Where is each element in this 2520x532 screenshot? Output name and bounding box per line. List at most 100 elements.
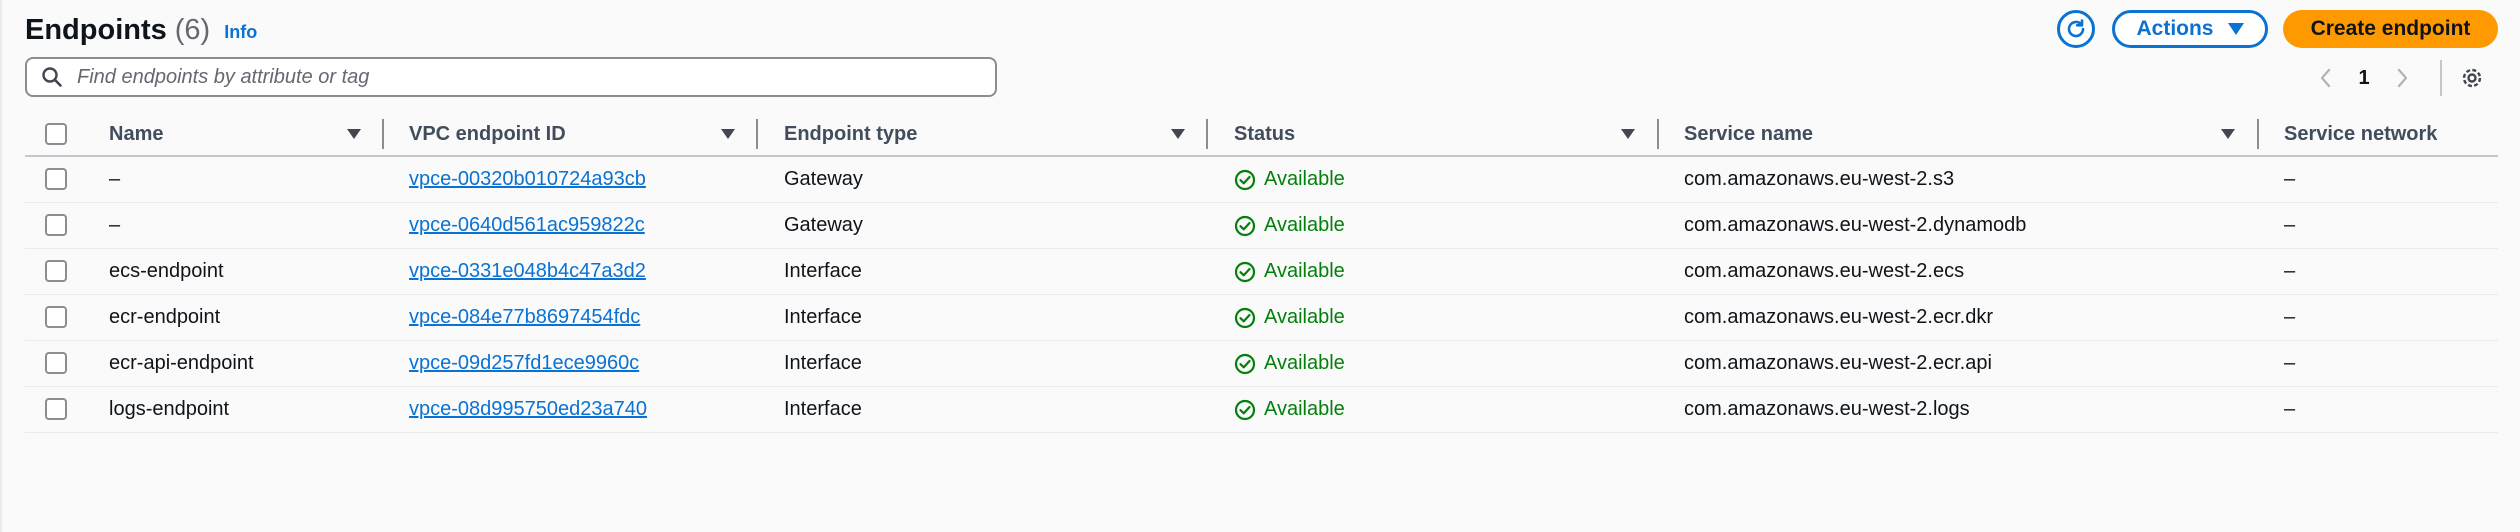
table-row[interactable]: – vpce-00320b010724a93cb Gateway Availab… [25, 157, 2498, 203]
status-success-icon [1234, 169, 1256, 190]
pagination: 1 [2310, 62, 2418, 94]
table-row[interactable]: ecr-endpoint vpce-084e77b8697454fdc Inte… [25, 295, 2498, 341]
column-resizer[interactable] [382, 119, 384, 149]
vpc-endpoint-id-link[interactable]: vpce-0331e048b4c47a3d2 [409, 260, 646, 283]
cell-name: – [109, 168, 121, 190]
select-all-checkbox[interactable] [45, 123, 67, 145]
search-icon [42, 67, 62, 87]
sort-down-icon[interactable] [1621, 129, 1635, 139]
preferences-button[interactable] [2456, 62, 2488, 94]
row-checkbox[interactable] [45, 260, 67, 282]
page-left-border [0, 0, 2, 532]
column-resizer[interactable] [1206, 119, 1208, 149]
page-title: Endpoints [25, 13, 167, 46]
table-row[interactable]: ecs-endpoint vpce-0331e048b4c47a3d2 Inte… [25, 249, 2498, 295]
vpc-endpoint-id-link[interactable]: vpce-0640d561ac959822c [409, 214, 645, 237]
sort-down-icon[interactable] [1171, 129, 1185, 139]
status-success-icon [1234, 215, 1256, 236]
cell-name: logs-endpoint [109, 398, 230, 420]
caret-down-icon [2227, 23, 2244, 35]
table-row[interactable]: logs-endpoint vpce-08d995750ed23a740 Int… [25, 387, 2498, 433]
status-success-icon [1234, 399, 1256, 420]
status-text: Available [1264, 398, 1345, 420]
sort-down-icon[interactable] [2221, 129, 2235, 139]
status-success-icon [1234, 261, 1256, 282]
column-header-service-name[interactable]: Service name [1684, 113, 1813, 155]
vpc-endpoint-id-link[interactable]: vpce-084e77b8697454fdc [409, 306, 640, 329]
vpc-endpoint-id-link[interactable]: vpce-08d995750ed23a740 [409, 398, 647, 421]
previous-page-button[interactable] [2310, 62, 2342, 94]
actions-dropdown-button[interactable]: Actions [2112, 10, 2268, 48]
cell-service-network: – [2284, 306, 2296, 328]
row-checkbox[interactable] [45, 214, 67, 236]
row-checkbox[interactable] [45, 352, 67, 374]
create-endpoint-button[interactable]: Create endpoint [2283, 10, 2498, 48]
status-text: Available [1264, 214, 1345, 236]
row-checkbox[interactable] [45, 306, 67, 328]
cell-service-name: com.amazonaws.eu-west-2.logs [1684, 398, 1970, 420]
sort-down-icon[interactable] [721, 129, 735, 139]
status-text: Available [1264, 306, 1345, 328]
refresh-icon [2067, 19, 2085, 38]
endpoints-table: Name VPC endpoint ID Endpoint type Statu… [25, 113, 2498, 433]
status-indicator: Available [1234, 157, 1345, 202]
table-row[interactable]: – vpce-0640d561ac959822c Gateway Availab… [25, 203, 2498, 249]
column-header-name[interactable]: Name [109, 113, 163, 155]
status-indicator: Available [1234, 341, 1345, 386]
vpc-endpoint-id-link[interactable]: vpce-00320b010724a93cb [409, 168, 646, 191]
cell-name: ecs-endpoint [109, 260, 224, 282]
chevron-right-icon [2397, 68, 2408, 88]
column-resizer[interactable] [2257, 119, 2259, 149]
current-page-number[interactable]: 1 [2342, 67, 2386, 90]
cell-service-name: com.amazonaws.eu-west-2.ecr.dkr [1684, 306, 1994, 328]
gear-icon [2462, 68, 2482, 88]
sort-down-icon[interactable] [347, 129, 361, 139]
cell-service-network: – [2284, 352, 2296, 374]
info-link[interactable]: Info [224, 22, 257, 43]
cell-service-network: – [2284, 260, 2296, 282]
cell-endpoint-type: Gateway [784, 168, 863, 190]
status-success-icon [1234, 307, 1256, 328]
cell-name: – [109, 214, 121, 236]
cell-name: ecr-api-endpoint [109, 352, 254, 374]
status-indicator: Available [1234, 203, 1345, 248]
cell-service-network: – [2284, 398, 2296, 420]
status-text: Available [1264, 168, 1345, 190]
cell-service-name: com.amazonaws.eu-west-2.ecr.api [1684, 352, 1992, 374]
table-header-row: Name VPC endpoint ID Endpoint type Statu… [25, 113, 2498, 157]
chevron-left-icon [2320, 68, 2331, 88]
endpoint-count: (6) [174, 13, 211, 46]
column-header-status[interactable]: Status [1234, 113, 1295, 155]
cell-service-name: com.amazonaws.eu-west-2.dynamodb [1684, 214, 2027, 236]
page-header: Endpoints (6) Info [25, 10, 257, 50]
column-header-service-network[interactable]: Service network [2284, 113, 2437, 155]
cell-endpoint-type: Interface [784, 352, 862, 374]
status-success-icon [1234, 353, 1256, 374]
cell-endpoint-type: Gateway [784, 214, 863, 236]
column-header-endpoint-type[interactable]: Endpoint type [784, 113, 917, 155]
row-checkbox[interactable] [45, 398, 67, 420]
next-page-button[interactable] [2386, 62, 2418, 94]
cell-name: ecr-endpoint [109, 306, 221, 328]
column-header-vpc-endpoint-id[interactable]: VPC endpoint ID [409, 113, 566, 155]
cell-endpoint-type: Interface [784, 398, 862, 420]
cell-service-name: com.amazonaws.eu-west-2.s3 [1684, 168, 1955, 190]
pagination-divider [2440, 60, 2442, 96]
row-checkbox[interactable] [45, 168, 67, 190]
status-indicator: Available [1234, 387, 1345, 432]
cell-endpoint-type: Interface [784, 306, 862, 328]
status-text: Available [1264, 260, 1345, 282]
status-indicator: Available [1234, 249, 1345, 294]
column-resizer[interactable] [1657, 119, 1659, 149]
cell-service-network: – [2284, 214, 2296, 236]
actions-label: Actions [2136, 17, 2214, 40]
cell-endpoint-type: Interface [784, 260, 862, 282]
search-input[interactable] [75, 64, 959, 90]
cell-service-name: com.amazonaws.eu-west-2.ecs [1684, 260, 1965, 282]
vpc-endpoint-id-link[interactable]: vpce-09d257fd1ece9960c [409, 352, 639, 375]
table-row[interactable]: ecr-api-endpoint vpce-09d257fd1ece9960c … [25, 341, 2498, 387]
status-text: Available [1264, 352, 1345, 374]
refresh-button[interactable] [2057, 10, 2095, 48]
column-resizer[interactable] [756, 119, 758, 149]
cell-service-network: – [2284, 168, 2296, 190]
